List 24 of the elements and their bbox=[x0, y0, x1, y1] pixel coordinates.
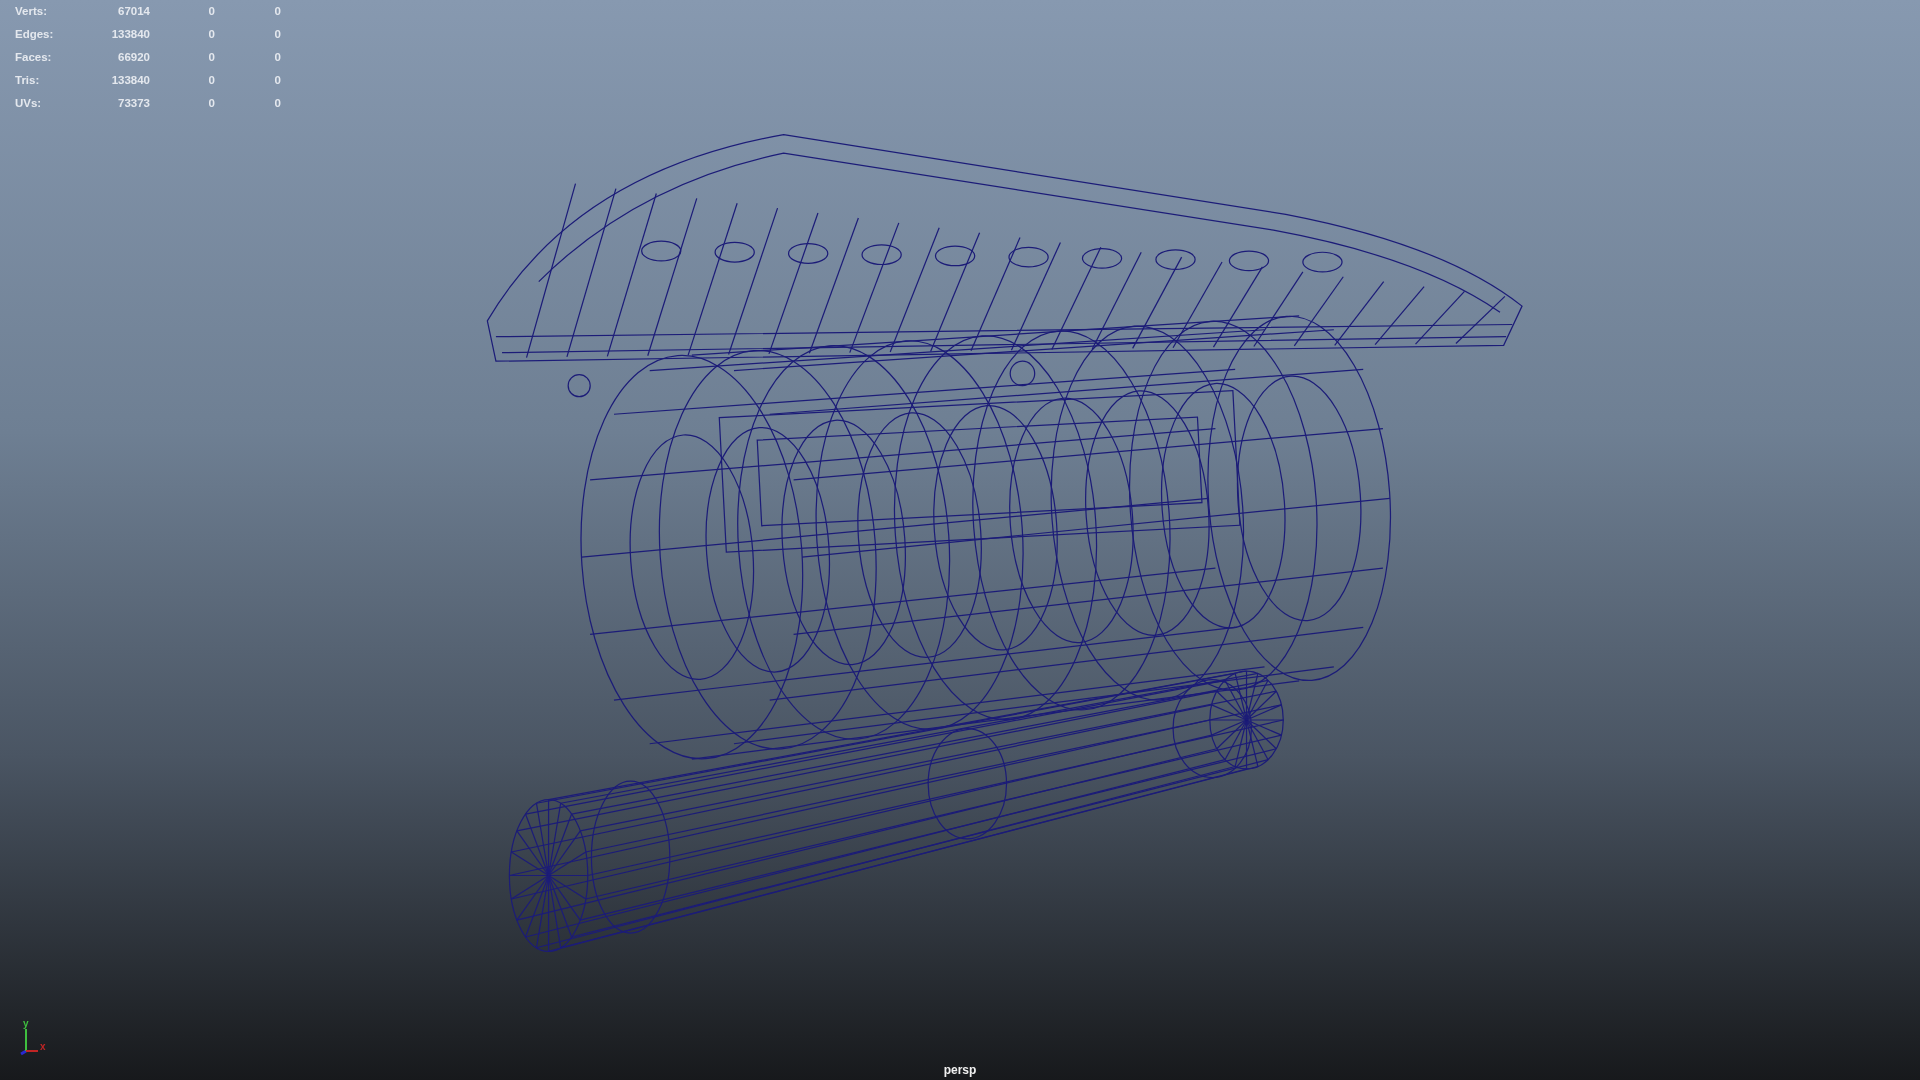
stat-value: 0 bbox=[273, 27, 281, 42]
stat-value: 0 bbox=[273, 4, 281, 19]
stat-value: 0 bbox=[273, 96, 281, 111]
stat-value: 0 bbox=[207, 27, 215, 42]
stat-value: 0 bbox=[273, 73, 281, 88]
stat-value: 0 bbox=[273, 50, 281, 65]
stat-value: 0 bbox=[207, 50, 215, 65]
stat-value: 133840 bbox=[110, 73, 150, 88]
stat-value: 0 bbox=[207, 96, 215, 111]
stat-value: 0 bbox=[207, 4, 215, 19]
stat-value: 0 bbox=[207, 73, 215, 88]
stat-label: Tris: bbox=[15, 73, 41, 88]
stat-label: Faces: bbox=[15, 50, 53, 65]
stat-value: 73373 bbox=[117, 96, 150, 111]
axis-label: y bbox=[23, 1018, 29, 1029]
stat-value: 66920 bbox=[117, 50, 150, 65]
stat-label: Verts: bbox=[15, 4, 48, 19]
stat-value: 133840 bbox=[110, 27, 150, 42]
stat-label: UVs: bbox=[15, 96, 43, 111]
stat-label: Edges: bbox=[15, 27, 55, 42]
stat-value: 67014 bbox=[117, 4, 150, 19]
axis-label: x bbox=[40, 1041, 46, 1052]
axis-icon bbox=[20, 1028, 39, 1056]
camera-label: persp bbox=[943, 1063, 977, 1077]
